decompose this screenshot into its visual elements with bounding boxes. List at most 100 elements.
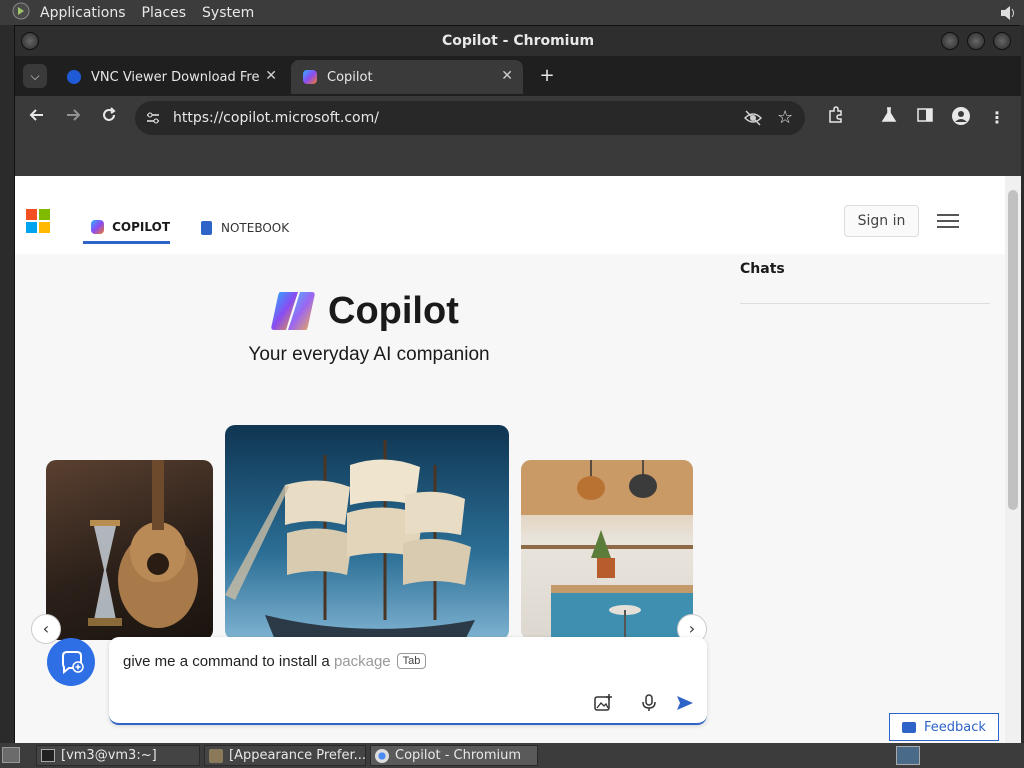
terminal-icon bbox=[41, 749, 55, 762]
site-info-icon[interactable] bbox=[145, 110, 161, 130]
flask-icon bbox=[881, 107, 897, 122]
send-icon[interactable] bbox=[675, 693, 695, 717]
back-button[interactable] bbox=[25, 106, 49, 130]
composer-input[interactable]: give me a command to install a package Ta… bbox=[123, 653, 427, 670]
chats-title: Chats bbox=[740, 261, 785, 277]
hamburger-menu-icon[interactable] bbox=[937, 214, 959, 230]
avatar-icon bbox=[952, 107, 970, 125]
arrow-right-icon bbox=[67, 109, 81, 121]
panel-menus: Applications Places System bbox=[10, 2, 262, 24]
nav-tab-label: NOTEBOOK bbox=[221, 221, 290, 235]
show-desktop-icon[interactable] bbox=[2, 747, 20, 763]
plus-icon: + bbox=[539, 65, 555, 86]
new-chat-button[interactable] bbox=[47, 638, 95, 686]
bookmark-star-icon[interactable]: ☆ bbox=[777, 107, 793, 128]
nav-tab-copilot[interactable]: COPILOT bbox=[83, 212, 170, 244]
hero-title: Copilot bbox=[270, 286, 459, 336]
taskbar-item-label: [Appearance Prefer... bbox=[229, 748, 365, 763]
chevron-right-icon: › bbox=[688, 619, 696, 638]
tab-search-button[interactable]: ⌵ bbox=[23, 64, 47, 88]
reload-button[interactable] bbox=[97, 106, 121, 130]
feedback-label: Feedback bbox=[924, 719, 986, 735]
chevron-left-icon: ‹ bbox=[42, 619, 50, 638]
composer-suggestion: package bbox=[333, 653, 391, 670]
system-menu[interactable]: System bbox=[194, 5, 262, 21]
side-panel-icon bbox=[917, 108, 933, 122]
profile-button[interactable] bbox=[949, 106, 973, 130]
taskbar-item-terminal[interactable]: [vm3@vm3:~] bbox=[36, 745, 200, 766]
side-panel-button[interactable] bbox=[913, 106, 937, 130]
taskbar-item-chromium[interactable]: Copilot - Chromium bbox=[370, 745, 538, 766]
scrollbar-thumb[interactable] bbox=[1008, 190, 1018, 510]
new-tab-button[interactable]: + bbox=[535, 64, 559, 88]
puzzle-icon bbox=[829, 106, 842, 123]
nav-tab-notebook[interactable]: NOTEBOOK bbox=[201, 212, 301, 244]
menu-button[interactable]: ⋮ bbox=[985, 106, 1009, 130]
panel-logo-icon[interactable] bbox=[10, 2, 32, 24]
appearance-icon bbox=[209, 749, 223, 763]
feedback-icon bbox=[902, 721, 917, 733]
taskbar-item-label: [vm3@vm3:~] bbox=[61, 748, 157, 763]
copilot-logo-icon bbox=[91, 219, 105, 234]
carousel-card-guitar[interactable] bbox=[46, 460, 213, 640]
hero-title-text: Copilot bbox=[328, 289, 459, 332]
taskbar-item-appearance[interactable]: [Appearance Prefer... bbox=[204, 745, 366, 766]
forward-button[interactable] bbox=[61, 106, 85, 130]
labs-button[interactable] bbox=[877, 106, 901, 130]
copilot-favicon-icon bbox=[303, 70, 317, 84]
copilot-header: COPILOT NOTEBOOK Sign in bbox=[15, 176, 1005, 254]
close-window-button[interactable] bbox=[993, 32, 1011, 50]
taskbar-item-label: Copilot - Chromium bbox=[395, 748, 522, 763]
reload-icon bbox=[103, 107, 116, 121]
minimize-button[interactable] bbox=[941, 32, 959, 50]
hero-subtitle: Your everyday AI companion bbox=[248, 344, 490, 365]
close-tab-icon[interactable]: ✕ bbox=[501, 68, 513, 84]
page-scrollbar[interactable] bbox=[1005, 176, 1021, 743]
add-image-icon[interactable] bbox=[593, 693, 613, 717]
window-title: Copilot - Chromium bbox=[441, 33, 595, 49]
microsoft-logo-icon[interactable] bbox=[26, 209, 50, 233]
tab-strip: ⌵ VNC Viewer Download Free ✕ Copilot ✕ + bbox=[15, 56, 1021, 96]
page-viewport: COPILOT NOTEBOOK Sign in Copilot Your ev… bbox=[15, 176, 1021, 743]
browser-toolbar: https://copilot.microsoft.com/ ☆ ⋮ bbox=[15, 96, 1021, 141]
arrow-left-icon bbox=[29, 109, 43, 121]
tab-copilot[interactable]: Copilot ✕ bbox=[291, 60, 523, 94]
bookmarks-bar bbox=[15, 141, 1021, 176]
nav-tab-label: COPILOT bbox=[112, 219, 170, 234]
notebook-icon bbox=[201, 221, 212, 235]
microphone-icon[interactable] bbox=[639, 693, 659, 717]
composer-typed-text: give me a command to install a bbox=[123, 653, 334, 670]
address-bar[interactable]: https://copilot.microsoft.com/ ☆ bbox=[135, 101, 805, 135]
tab-label: VNC Viewer Download Free bbox=[91, 69, 259, 85]
chat-composer[interactable]: give me a command to install a package Ta… bbox=[109, 637, 707, 725]
applications-menu[interactable]: Applications bbox=[32, 5, 134, 21]
feedback-button[interactable]: Feedback bbox=[889, 713, 999, 741]
eye-slash-icon[interactable] bbox=[743, 109, 763, 131]
taskbar: [vm3@vm3:~] [Appearance Prefer... Copilo… bbox=[0, 743, 1024, 768]
tab-hint-badge: Tab bbox=[396, 653, 427, 669]
places-menu[interactable]: Places bbox=[134, 5, 195, 21]
new-chat-icon bbox=[62, 651, 84, 675]
notification-area-icon[interactable] bbox=[896, 746, 920, 765]
chats-divider bbox=[740, 303, 990, 304]
chevron-down-icon: ⌵ bbox=[30, 69, 40, 83]
window-menu-button[interactable] bbox=[21, 32, 39, 50]
chromium-icon bbox=[375, 749, 389, 763]
maximize-button[interactable] bbox=[967, 32, 985, 50]
window-titlebar[interactable]: Copilot - Chromium bbox=[15, 26, 1021, 56]
kebab-menu-icon: ⋮ bbox=[989, 108, 1005, 127]
close-tab-icon[interactable]: ✕ bbox=[265, 68, 277, 84]
vnc-favicon-icon bbox=[67, 70, 81, 84]
carousel-card-kitchen[interactable] bbox=[521, 460, 693, 640]
url-text: https://copilot.microsoft.com/ bbox=[173, 110, 379, 126]
copilot-logo-icon bbox=[270, 290, 316, 332]
tab-vnc-viewer[interactable]: VNC Viewer Download Free ✕ bbox=[55, 60, 287, 94]
extensions-button[interactable] bbox=[824, 106, 848, 130]
volume-icon[interactable] bbox=[998, 3, 1018, 23]
tab-label: Copilot bbox=[327, 69, 373, 85]
top-panel: Applications Places System bbox=[0, 0, 1024, 25]
sign-in-button[interactable]: Sign in bbox=[844, 205, 919, 237]
chats-panel: Chats bbox=[740, 261, 990, 304]
browser-window: Copilot - Chromium ⌵ VNC Viewer Download… bbox=[14, 25, 1021, 743]
carousel-card-ship[interactable] bbox=[225, 425, 509, 640]
